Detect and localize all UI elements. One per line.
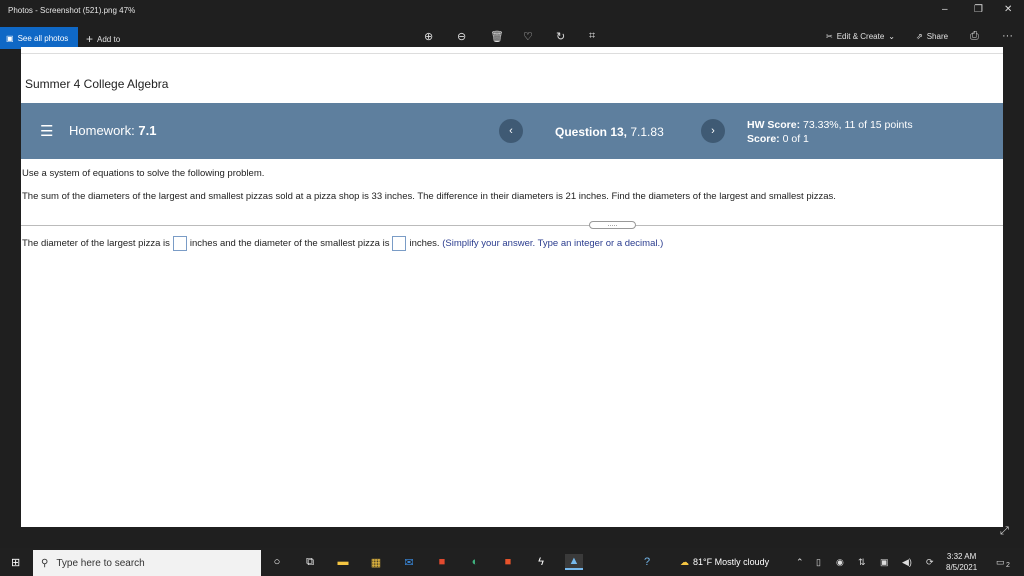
add-to-button[interactable]: + Add to	[86, 32, 120, 46]
see-all-photos-label: See all photos	[17, 33, 69, 43]
notification-icon[interactable]: ▭	[996, 557, 1005, 568]
homework-number: 7.1	[138, 123, 157, 138]
homework-title: Homework: 7.1	[69, 123, 156, 138]
fullscreen-icon[interactable]: ⤢	[1000, 525, 1009, 538]
more-options-button[interactable]: ···	[1002, 30, 1013, 42]
menu-icon[interactable]: ☰	[40, 122, 53, 140]
clock-time: 3:32 AM	[946, 552, 977, 561]
answer-text-2: inches and the diameter of the smallest …	[189, 238, 390, 249]
crop-icon[interactable]: ⌗	[589, 30, 595, 43]
zoom-in-icon[interactable]: ⊕	[424, 30, 433, 43]
network-icon[interactable]: ⇅	[858, 557, 866, 568]
restore-button[interactable]: ❐	[974, 4, 983, 15]
weather-icon: ☁	[680, 557, 689, 567]
chevron-left-icon: ‹	[509, 125, 513, 137]
hw-score-value: 73.33%, 11 of 15 points	[803, 119, 913, 131]
smallest-diameter-input[interactable]	[392, 236, 407, 251]
rotate-icon[interactable]: ↻	[556, 30, 565, 43]
store-icon[interactable]: ▦	[367, 554, 385, 570]
weather-widget[interactable]: ☁ 81°F Mostly cloudy	[680, 557, 769, 568]
windows-start-icon[interactable]: ⊞	[11, 556, 20, 569]
language-icon[interactable]: ▣	[880, 557, 889, 568]
expand-handle[interactable]: .....	[589, 221, 636, 229]
battery-icon[interactable]: ▯	[816, 557, 821, 568]
office-icon[interactable]: ■	[499, 554, 517, 570]
app-icon[interactable]: ■	[433, 554, 451, 570]
plus-icon: +	[86, 32, 94, 46]
chevron-up-icon[interactable]: ⌃	[796, 557, 804, 568]
largest-diameter-input[interactable]	[172, 236, 187, 251]
tray-app-icon[interactable]: ◉	[836, 557, 844, 568]
window-title: Photos - Screenshot (521).png 47%	[8, 6, 136, 15]
share-icon: ⇗	[916, 32, 923, 41]
answer-hint: (Simplify your answer. Type an integer o…	[442, 238, 664, 249]
photos-app-icon[interactable]: ▲	[565, 554, 583, 570]
title-bar: Photos - Screenshot (521).png 47% – ❐ ✕	[0, 0, 1024, 22]
share-button[interactable]: ⇗ Share	[916, 32, 948, 41]
question-code: 7.1.83	[630, 125, 664, 139]
minimize-button[interactable]: –	[942, 4, 948, 15]
chevron-right-icon: ›	[711, 125, 715, 137]
task-view-icon[interactable]: ⧉	[301, 554, 319, 570]
answer-line: The diameter of the largest pizza is inc…	[22, 236, 663, 251]
see-all-photos-button[interactable]: ▣ See all photos	[0, 27, 78, 49]
taskbar-search-box[interactable]: ⚲ Type here to search	[33, 550, 261, 576]
edge-browser-icon[interactable]: ◐	[466, 554, 484, 570]
clock[interactable]: 3:32 AM 8/5/2021	[946, 551, 977, 573]
question-problem: The sum of the diameters of the largest …	[22, 191, 836, 202]
sync-icon[interactable]: ⟳	[926, 557, 934, 568]
file-explorer-icon[interactable]: ▬	[334, 554, 352, 570]
help-icon[interactable]: ?	[638, 554, 656, 570]
search-icon: ⚲	[41, 557, 49, 569]
add-to-label: Add to	[97, 34, 121, 44]
edit-create-label: Edit & Create	[836, 32, 885, 41]
notification-count: 2	[1006, 562, 1010, 569]
zoom-out-icon[interactable]: ⊖	[457, 30, 466, 43]
volume-icon[interactable]: ◀)	[902, 557, 912, 568]
section-divider	[21, 225, 1003, 226]
edit-icon: ✂	[826, 32, 833, 41]
question-title: Question 13, 7.1.83	[555, 125, 664, 139]
score-panel: HW Score: 73.33%, 11 of 15 points Score:…	[747, 118, 913, 146]
close-button[interactable]: ✕	[1004, 4, 1012, 15]
answer-text-3: inches.	[409, 238, 440, 249]
screenshot-image: Summer 4 College Algebra [ ☰ Homework: 7…	[21, 47, 1003, 527]
previous-question-button[interactable]: ‹	[499, 119, 523, 143]
question-instruction: Use a system of equations to solve the f…	[22, 168, 265, 179]
share-label: Share	[926, 32, 949, 41]
browser-url-strip	[21, 47, 1003, 54]
chevron-down-icon: ⌄	[888, 32, 895, 41]
cortana-icon[interactable]: ○	[268, 554, 286, 570]
print-icon[interactable]: ⎙	[970, 30, 979, 43]
score-label: Score:	[747, 133, 780, 145]
edit-create-button[interactable]: ✂ Edit & Create ⌄	[826, 32, 895, 41]
photos-icon: ▣	[6, 33, 14, 43]
app-lightning-icon[interactable]: ϟ	[532, 554, 550, 570]
hw-score-label: HW Score:	[747, 119, 801, 131]
homework-label: Homework:	[69, 123, 135, 138]
score-value: 0 of 1	[782, 133, 809, 145]
next-question-button[interactable]: ›	[701, 119, 725, 143]
taskbar: ⊞ ⚲ Type here to search ○ ⧉ ▬ ▦ ✉ ■ ◐ ■ …	[0, 548, 1024, 576]
clock-date: 8/5/2021	[946, 563, 978, 572]
course-title: Summer 4 College Algebra	[25, 77, 169, 91]
weather-text: 81°F Mostly cloudy	[693, 557, 770, 567]
favorite-icon[interactable]: ♡	[523, 30, 533, 43]
search-placeholder: Type here to search	[56, 557, 145, 569]
delete-icon[interactable]: 🗑	[490, 30, 504, 43]
answer-text-1: The diameter of the largest pizza is	[22, 238, 170, 249]
mail-icon[interactable]: ✉	[400, 554, 418, 570]
question-label: Question 13,	[555, 125, 628, 139]
homework-header-bar: ☰ Homework: 7.1 ‹ Question 13, 7.1.83 › …	[21, 103, 1003, 159]
